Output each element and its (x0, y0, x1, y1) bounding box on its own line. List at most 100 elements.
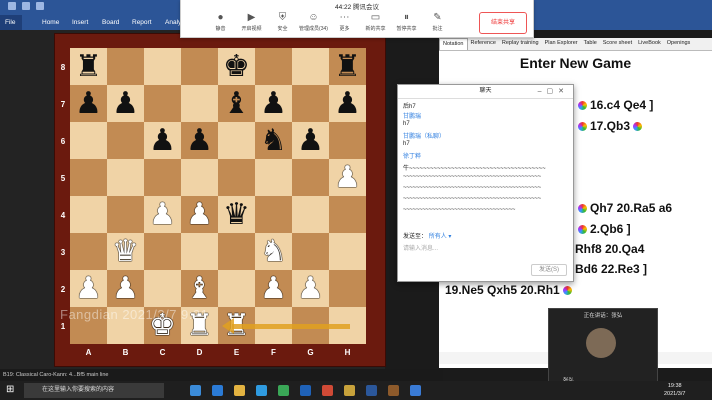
white-bishop-icon[interactable]: ♝ (186, 270, 213, 307)
task-view-icon[interactable] (190, 385, 201, 396)
white-pawn-icon[interactable]: ♟ (334, 159, 361, 196)
black-king-icon[interactable]: ♚ (223, 48, 250, 85)
square-f8[interactable] (255, 48, 292, 85)
tab-replay-training[interactable]: Replay training (499, 38, 542, 50)
manage-members-button[interactable]: ☺ 管理成员(34) (298, 12, 329, 32)
chessbase-icon[interactable] (388, 385, 399, 396)
square-a5[interactable] (70, 159, 107, 196)
windows-start-icon[interactable]: ⊞ (6, 385, 14, 395)
white-queen-icon[interactable]: ♛ (112, 233, 139, 270)
menu-file[interactable]: File (5, 19, 15, 26)
start-video-button[interactable]: ▶ 开启视频 (236, 12, 267, 32)
notation-line[interactable]: Qh7 20.Ra5 a6 (575, 201, 672, 215)
black-pawn-icon[interactable]: ♟ (334, 85, 361, 122)
save-icon[interactable] (8, 2, 16, 10)
edge-icon[interactable] (212, 385, 223, 396)
system-clock[interactable]: 19:38 2021/3/7 (664, 383, 685, 398)
black-rook-icon[interactable]: ♜ (334, 48, 361, 85)
square-e8[interactable]: ♚ (218, 48, 255, 85)
notation-line[interactable]: 16.c4 Qe4 ] (575, 98, 653, 112)
black-pawn-icon[interactable]: ♟ (260, 85, 287, 122)
square-c4[interactable]: ♟ (144, 196, 181, 233)
square-d5[interactable] (181, 159, 218, 196)
chat-input[interactable]: 请输入消息... (403, 243, 438, 252)
notation-line[interactable]: 17.Qb3 (575, 119, 645, 133)
square-h3[interactable] (329, 233, 366, 270)
square-e6[interactable] (218, 122, 255, 159)
notation-line[interactable]: 19.Ne5 Qxh5 20.Rh1 (445, 283, 575, 297)
menu-insert[interactable]: Insert (72, 19, 88, 26)
square-h8[interactable]: ♜ (329, 48, 366, 85)
white-knight-icon[interactable]: ♞ (260, 233, 287, 270)
white-pawn-icon[interactable]: ♟ (260, 270, 287, 307)
redo-icon[interactable] (36, 2, 44, 10)
square-b4[interactable] (107, 196, 144, 233)
pause-share-button[interactable]: ⏸ 暂停共享 (391, 12, 422, 32)
square-g8[interactable] (292, 48, 329, 85)
menu-board[interactable]: Board (102, 19, 119, 26)
tab-score-sheet[interactable]: Score sheet (600, 38, 635, 50)
mute-button[interactable]: ● 静音 (205, 12, 236, 32)
notation-line[interactable]: 2.Qb6 ] (575, 222, 631, 236)
square-c5[interactable] (144, 159, 181, 196)
black-queen-icon[interactable]: ♛ (223, 196, 250, 233)
white-pawn-icon[interactable]: ♟ (149, 196, 176, 233)
app-icon[interactable] (322, 385, 333, 396)
square-c6[interactable]: ♟ (144, 122, 181, 159)
tab-plan-explorer[interactable]: Plan Explorer (542, 38, 581, 50)
send-button[interactable]: 发送(S) (531, 264, 567, 276)
tab-livebook[interactable]: LiveBook (635, 38, 664, 50)
square-b5[interactable] (107, 159, 144, 196)
tab-reference[interactable]: Reference (468, 38, 499, 50)
taskbar-search[interactable]: 在这里输入你要搜索的内容 (24, 383, 164, 398)
square-f2[interactable]: ♟ (255, 270, 292, 307)
square-h7[interactable]: ♟ (329, 85, 366, 122)
black-bishop-icon[interactable]: ♝ (223, 85, 250, 122)
square-a4[interactable] (70, 196, 107, 233)
square-a6[interactable] (70, 122, 107, 159)
black-pawn-icon[interactable]: ♟ (112, 85, 139, 122)
notation-line[interactable]: Bd6 22.Re3 ] (575, 262, 647, 276)
square-b2[interactable]: ♟ (107, 270, 144, 307)
square-e4[interactable]: ♛ (218, 196, 255, 233)
square-c3[interactable] (144, 233, 181, 270)
square-d7[interactable] (181, 85, 218, 122)
square-a7[interactable]: ♟ (70, 85, 107, 122)
square-d3[interactable] (181, 233, 218, 270)
menu-home[interactable]: Home (42, 19, 59, 26)
white-pawn-icon[interactable]: ♟ (112, 270, 139, 307)
square-d6[interactable]: ♟ (181, 122, 218, 159)
security-button[interactable]: ⛨ 安全 (267, 12, 298, 32)
square-b8[interactable] (107, 48, 144, 85)
square-h2[interactable] (329, 270, 366, 307)
window-controls[interactable]: –▢✕ (538, 85, 569, 98)
tab-table[interactable]: Table (581, 38, 600, 50)
square-f3[interactable]: ♞ (255, 233, 292, 270)
square-h5[interactable]: ♟ (329, 159, 366, 196)
square-f4[interactable] (255, 196, 292, 233)
tab-notation[interactable]: Notation (439, 38, 468, 50)
square-f5[interactable] (255, 159, 292, 196)
black-pawn-icon[interactable]: ♟ (297, 122, 324, 159)
square-d8[interactable] (181, 48, 218, 85)
square-h4[interactable] (329, 196, 366, 233)
black-rook-icon[interactable]: ♜ (75, 48, 102, 85)
file-explorer-icon[interactable] (234, 385, 245, 396)
undo-icon[interactable] (22, 2, 30, 10)
square-g5[interactable] (292, 159, 329, 196)
app-icon[interactable] (344, 385, 355, 396)
square-e7[interactable]: ♝ (218, 85, 255, 122)
chess-board[interactable]: ♜♚♜♟♟♝♟♟♟♟♞♟♟♟♟♛♛♞♟♟♝♟♟♚♜♜ (70, 48, 366, 344)
square-d4[interactable]: ♟ (181, 196, 218, 233)
square-e3[interactable] (218, 233, 255, 270)
square-b6[interactable] (107, 122, 144, 159)
black-pawn-icon[interactable]: ♟ (186, 122, 213, 159)
black-knight-icon[interactable]: ♞ (260, 122, 287, 159)
new-share-button[interactable]: ▭ 新的共享 (360, 12, 391, 32)
square-g7[interactable] (292, 85, 329, 122)
menu-report[interactable]: Report (132, 19, 152, 26)
square-e5[interactable] (218, 159, 255, 196)
black-pawn-icon[interactable]: ♟ (149, 122, 176, 159)
square-c2[interactable] (144, 270, 181, 307)
square-d2[interactable]: ♝ (181, 270, 218, 307)
